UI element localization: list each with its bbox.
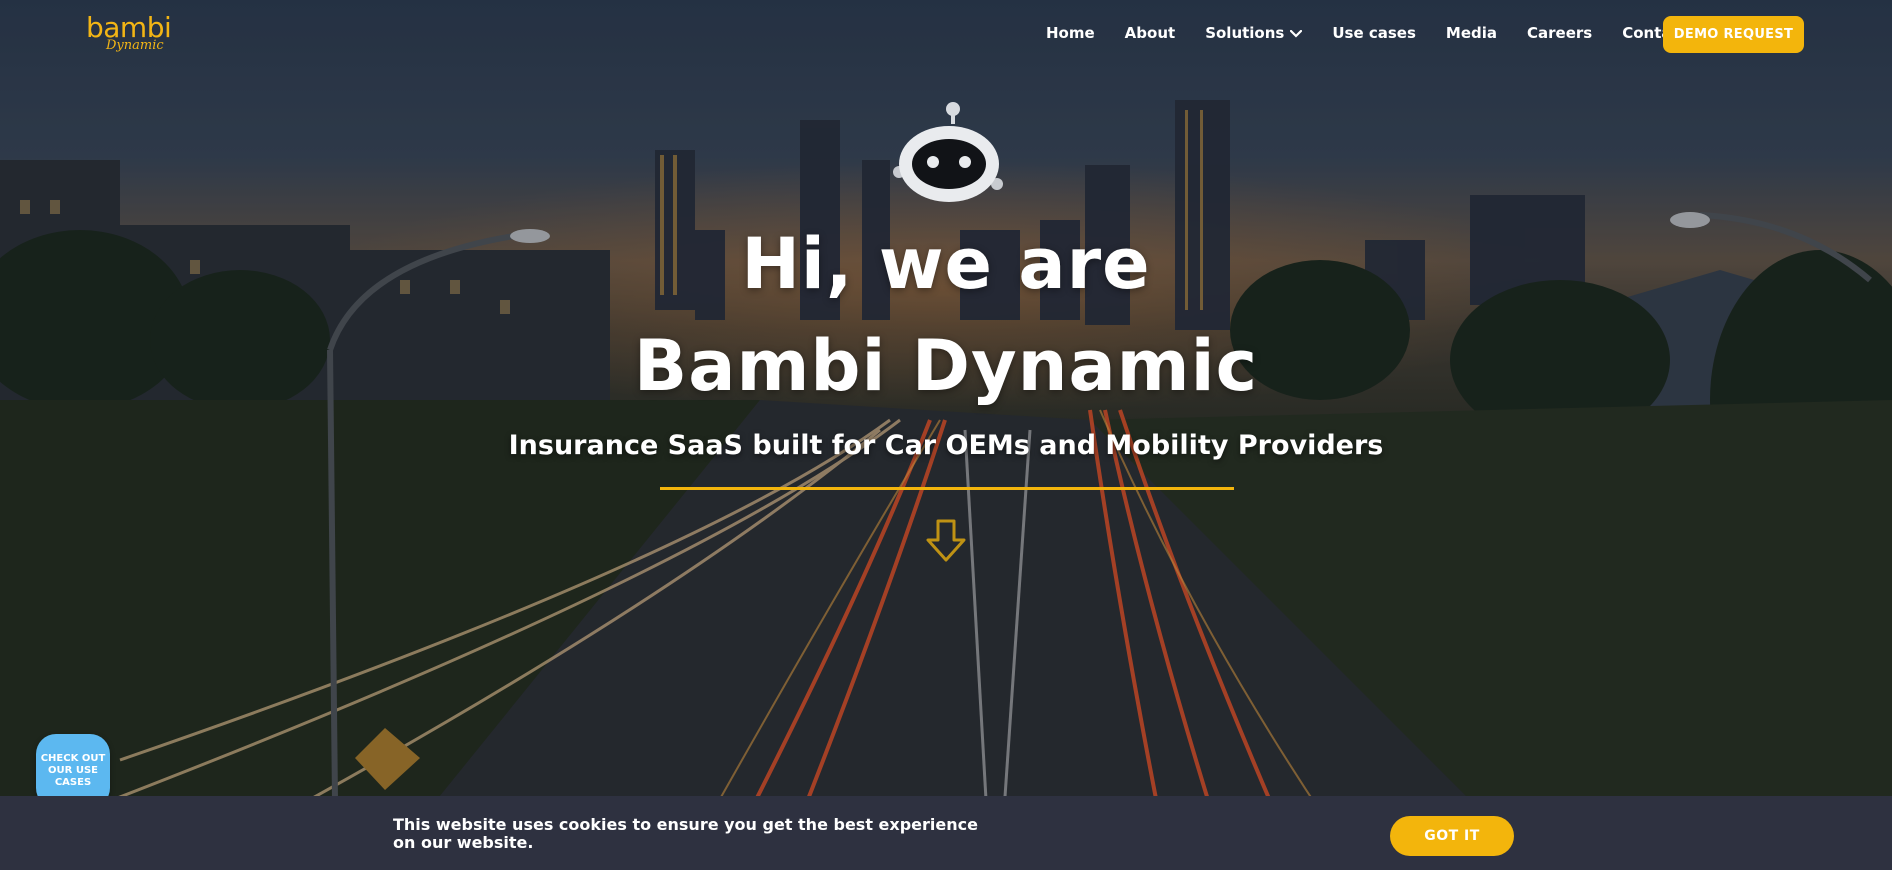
nav-label: Careers bbox=[1527, 24, 1593, 42]
nav-item-media[interactable]: Media bbox=[1446, 24, 1497, 42]
cookie-accept-button[interactable]: GOT IT bbox=[1390, 816, 1514, 856]
cookie-banner: This website uses cookies to ensure you … bbox=[0, 796, 1892, 870]
nav-label: Solutions bbox=[1205, 24, 1285, 42]
bambi-logo[interactable]: bambi Dynamic bbox=[86, 14, 172, 54]
nav-item-home[interactable]: Home bbox=[1046, 24, 1095, 42]
nav-label: Home bbox=[1046, 24, 1095, 42]
hero-tagline: Insurance SaaS built for Car OEMs and Mo… bbox=[508, 430, 1384, 461]
nav-label: Media bbox=[1445, 24, 1498, 42]
nav-label: Use cases bbox=[1332, 24, 1416, 42]
nav-item-use-cases[interactable]: Use cases bbox=[1332, 24, 1416, 42]
hero-heading-line1: Hi, we are bbox=[741, 223, 1151, 305]
logo-subtitle: Dynamic bbox=[106, 38, 164, 53]
main-nav: Home About Solutions Use cases Media Car… bbox=[1046, 24, 1742, 42]
use-cases-badge-label: CHECK OUT OUR USE CASES bbox=[40, 753, 106, 788]
robot-mascot-icon bbox=[889, 102, 1009, 206]
nav-item-about[interactable]: About bbox=[1125, 24, 1176, 42]
arrow-down-icon[interactable] bbox=[924, 518, 968, 568]
demo-request-button[interactable]: DEMO REQUEST bbox=[1663, 16, 1804, 53]
nav-label: About bbox=[1124, 24, 1176, 42]
hero-divider bbox=[660, 487, 1234, 490]
nav-item-careers[interactable]: Careers bbox=[1527, 24, 1592, 42]
nav-item-solutions[interactable]: Solutions bbox=[1205, 24, 1303, 42]
cookie-message: This website uses cookies to ensure you … bbox=[393, 815, 978, 852]
chevron-down-icon bbox=[1290, 24, 1303, 42]
hero-heading-line2: Bambi Dynamic bbox=[633, 325, 1259, 407]
